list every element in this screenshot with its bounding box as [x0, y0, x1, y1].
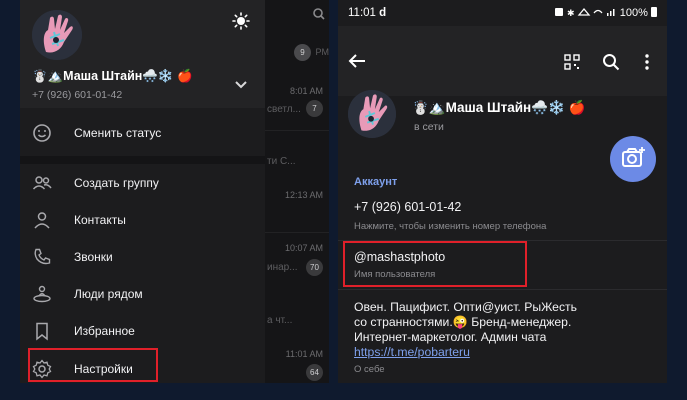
theme-sun-icon[interactable] [232, 12, 250, 30]
chat-time: 11:01 AM [285, 349, 323, 359]
chat-time: 8:01 AM [289, 86, 323, 96]
people-nearby-icon [33, 285, 51, 303]
smile-icon [33, 124, 51, 142]
menu-item-saved[interactable]: Избранное [20, 313, 265, 349]
online-status: в сети [414, 121, 444, 133]
bio-line: Овен. Пацифист. Опти@уист. РыЖесть [354, 300, 577, 314]
menu-item-label: Сменить статус [74, 126, 162, 140]
hand-print-avatar-icon [348, 90, 396, 138]
chat-badge: 70 [306, 259, 323, 276]
menu-item-label: Люди рядом [74, 287, 143, 301]
status-icons: ✱ [554, 7, 615, 19]
chat-snippet: светл... [267, 104, 301, 115]
chat-time: 12:13 AM [284, 190, 323, 200]
bio-text[interactable]: Овен. Пацифист. Опти@уист. РыЖесть со ст… [354, 300, 654, 360]
drawer-header: ☃️🏔️Маша Штайн🌨️❄️ 🍎 +7 (926) 601-01-42 [20, 0, 265, 108]
phone-number-value[interactable]: +7 (926) 601-01-42 [354, 200, 461, 214]
profile-phone: +7 (926) 601-01-42 [32, 89, 123, 101]
account-section-title: Аккаунт [354, 176, 398, 188]
menu-divider [20, 156, 265, 164]
bio-line: Интернет-маркетолог. Админ чата [354, 330, 547, 344]
chevron-down-icon[interactable] [234, 80, 248, 90]
search-icon[interactable] [313, 8, 325, 20]
menu-item-label: Звонки [74, 250, 113, 264]
menu-item-people-nearby[interactable]: Люди рядом [20, 276, 265, 312]
right-phone-screen: 11:01 d ✱ 100% ☃️🏔️Маша Штайн🌨️❄️ 🍎 в се… [338, 0, 667, 383]
chat-badge: 9 [294, 44, 311, 61]
more-options-icon[interactable] [644, 53, 650, 71]
chat-snippet: ти С... [267, 156, 296, 167]
back-arrow-icon[interactable] [348, 54, 366, 68]
person-icon [34, 212, 50, 229]
svg-text:✱: ✱ [567, 9, 575, 17]
username-highlight-box [343, 241, 527, 287]
group-icon [32, 176, 52, 190]
bookmark-icon [36, 322, 48, 341]
chat-snippet: инар... [267, 262, 298, 273]
screenshot-frame: 9 PM 8:01 AM светл... 7 ти С... 12:13 AM… [0, 0, 687, 400]
bio-link[interactable]: https://t.me/pobarteru [354, 345, 654, 360]
menu-item-label: Создать группу [74, 176, 159, 190]
bio-hint: О себе [354, 364, 385, 375]
chat-time: 10:07 AM [284, 243, 323, 253]
status-battery: ✱ 100% [554, 7, 657, 19]
avatar[interactable] [32, 10, 82, 60]
phone-icon [34, 248, 51, 265]
chat-fragment: PM [315, 47, 330, 57]
chat-list-background: 9 PM 8:01 AM светл... 7 ти С... 12:13 AM… [265, 0, 329, 383]
menu-item-change-status[interactable]: Сменить статус [20, 115, 265, 151]
profile-name: ☃️🏔️Маша Штайн🌨️❄️ 🍎 [32, 69, 193, 83]
status-bar: 11:01 d ✱ 100% [338, 0, 667, 26]
chat-snippet: а чт... [267, 315, 293, 326]
qr-code-icon[interactable] [564, 54, 580, 70]
profile-avatar[interactable] [348, 90, 396, 138]
phone-number-hint: Нажмите, чтобы изменить номер телефона [354, 221, 547, 232]
navigation-drawer: ☃️🏔️Маша Штайн🌨️❄️ 🍎 +7 (926) 601-01-42 … [20, 0, 265, 383]
bio-line: со странностями.😜 Бренд-менеджер. [354, 315, 572, 329]
settings-highlight-box [28, 348, 158, 382]
profile-name: ☃️🏔️Маша Штайн🌨️❄️ 🍎 [412, 100, 586, 115]
menu-item-label: Избранное [74, 324, 135, 338]
left-phone-screen: 9 PM 8:01 AM светл... 7 ти С... 12:13 AM… [20, 0, 329, 383]
menu-item-calls[interactable]: Звонки [20, 239, 265, 275]
hand-print-avatar-icon [32, 10, 82, 60]
menu-item-new-group[interactable]: Создать группу [20, 165, 265, 201]
status-time: 11:01 d [348, 7, 387, 19]
chat-badge: 7 [306, 100, 323, 117]
search-icon[interactable] [602, 53, 620, 71]
camera-add-icon [622, 147, 645, 167]
set-photo-button[interactable] [610, 136, 656, 182]
menu-item-label: Контакты [74, 213, 126, 227]
chat-badge: 64 [306, 364, 323, 381]
battery-icon [651, 7, 657, 17]
menu-item-contacts[interactable]: Контакты [20, 202, 265, 238]
profile-app-bar [338, 26, 667, 96]
